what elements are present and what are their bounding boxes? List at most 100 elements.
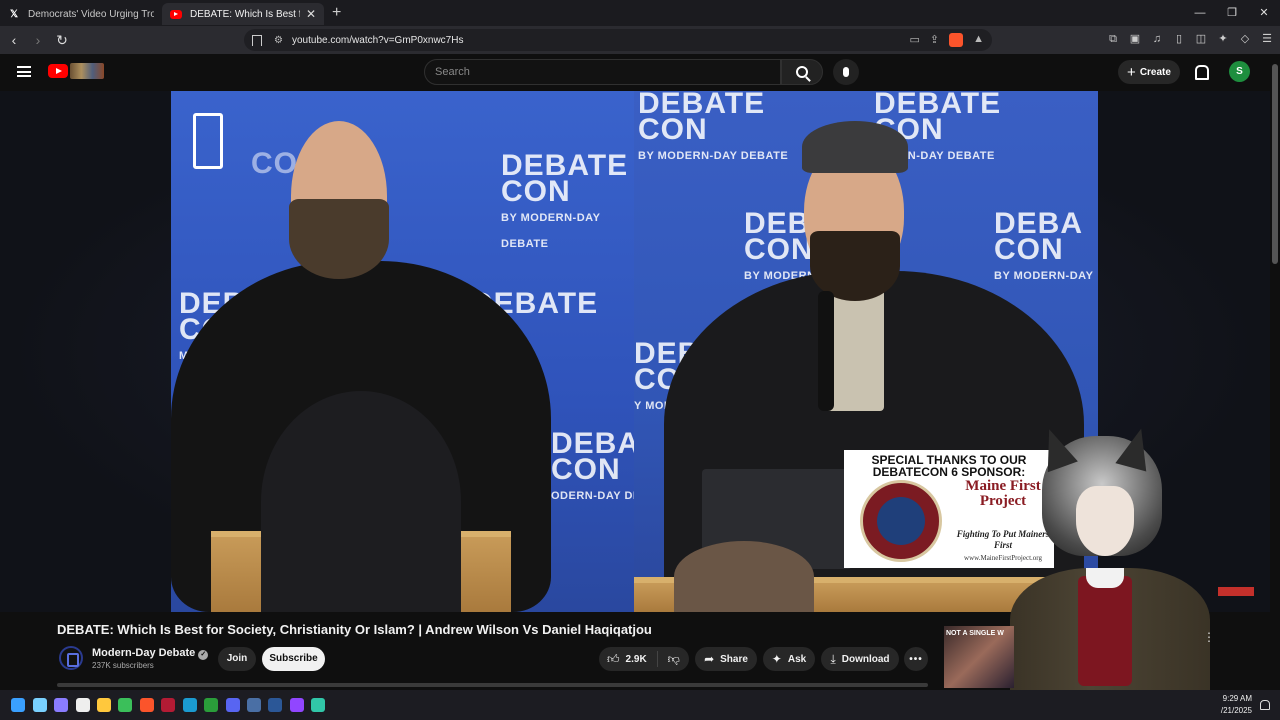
youtube-logo[interactable] (48, 64, 68, 78)
vpn-icon[interactable]: ◇ (1238, 32, 1252, 46)
maine-first-seal-icon (860, 480, 942, 562)
browser-tab-strip: 𝕏 Democrats' Video Urging Troops to R DE… (0, 0, 1280, 26)
search-button[interactable] (781, 59, 823, 85)
voice-search-button[interactable] (833, 59, 859, 85)
microphone (818, 291, 834, 411)
content-divider (57, 683, 928, 687)
vtuber-face (1076, 486, 1134, 556)
youtube-icon (170, 9, 182, 19)
channel-avatar[interactable] (59, 646, 83, 670)
wallet-icon[interactable]: ▣ (1128, 32, 1142, 46)
wallet2-icon[interactable]: ◫ (1194, 32, 1208, 46)
address-bar-actions: ▭ ⇪ ▲ (909, 33, 984, 47)
menu-icon[interactable]: ☰ (1260, 32, 1274, 46)
vtuber-avatar-overlay (1000, 423, 1220, 698)
calendar-icon[interactable] (76, 698, 90, 712)
opera-icon[interactable] (161, 698, 175, 712)
create-button[interactable]: + Create (1118, 60, 1180, 84)
thumbs-up-icon: 👍︎ (607, 651, 620, 666)
mini-subscribe-badge-icon (1218, 587, 1254, 596)
ask-label: Ask (787, 653, 807, 665)
teams-icon[interactable] (54, 698, 68, 712)
tab-debate-video[interactable]: DEBATE: Which Is Best for Society ✕ (162, 3, 324, 25)
video-left-panel: DEBATECONBY MODERN-DAY DEBATE CON DEBACO… (171, 91, 677, 612)
account-avatar[interactable]: S (1229, 61, 1250, 82)
spotify-icon[interactable] (118, 698, 132, 712)
app-icon[interactable] (247, 698, 261, 712)
window-controls: — ❐ ✕ (1184, 0, 1280, 26)
word-icon[interactable] (268, 698, 282, 712)
url-text[interactable]: youtube.com/watch?v=GmP0xnwc7Hs (292, 35, 463, 46)
file-explorer-icon[interactable] (97, 698, 111, 712)
share-arrow-icon: ➦ (704, 652, 715, 666)
tab-democrats-video[interactable]: 𝕏 Democrats' Video Urging Troops to R (0, 3, 162, 25)
media-icon[interactable]: ♫ (1150, 32, 1164, 46)
new-tab-button[interactable]: + (332, 4, 341, 22)
reload-icon[interactable]: ↻ (52, 32, 72, 49)
share-label: Share (720, 653, 748, 665)
extensions-icon[interactable]: ⧉ (1106, 32, 1120, 46)
backdrop-logo: DEBATE CON BY MODERN-DAY DEBATE (638, 91, 789, 162)
minimize-icon[interactable]: — (1184, 0, 1216, 26)
youtube-header: Search + Create S (0, 54, 1270, 91)
subscribe-button[interactable]: Subscribe (262, 647, 325, 671)
join-button[interactable]: Join (218, 647, 256, 671)
dislike-button[interactable]: 👎︎ (658, 652, 690, 667)
download-label: Download (841, 653, 890, 665)
recommended-video-thumbnail[interactable]: NOT A SINGLE W (944, 626, 1014, 688)
twitch-icon[interactable] (290, 698, 304, 712)
more-actions-button[interactable]: ••• (904, 647, 928, 671)
brave-shields-icon[interactable] (949, 33, 964, 47)
sparkle-icon: ✦ (771, 652, 782, 666)
copilot-icon[interactable] (33, 698, 47, 712)
channel-name-row[interactable]: Modern-Day Debate ✓ (92, 647, 209, 660)
share-button[interactable]: ➦ Share (695, 647, 757, 671)
recommended-more-icon[interactable]: ⋮ (1203, 630, 1215, 644)
close-tab-icon[interactable]: ✕ (306, 7, 316, 21)
address-bar[interactable]: ⚙ youtube.com/watch?v=GmP0xnwc7Hs ▭ ⇪ ▲ (244, 29, 992, 51)
xbox-icon[interactable] (204, 698, 218, 712)
browser-toolbar: ‹ › ↻ ⚙ youtube.com/watch?v=GmP0xnwc7Hs … (0, 26, 1280, 54)
leo-ai-icon[interactable]: ✦ (1216, 32, 1230, 46)
steam-icon[interactable] (183, 698, 197, 712)
picture-in-picture-icon[interactable]: ▭ (909, 33, 919, 47)
brave-rewards-icon[interactable]: ▲ (973, 33, 984, 47)
video-title: DEBATE: Which Is Best for Society, Chris… (57, 622, 652, 637)
ask-button[interactable]: ✦ Ask (763, 647, 815, 671)
recommended-thumb-text: NOT A SINGLE W (946, 630, 1004, 637)
download-icon: ⤓ (830, 651, 836, 666)
watermark-logo-mark (193, 113, 223, 169)
tab-title: DEBATE: Which Is Best for Society (190, 8, 300, 20)
bookmark-icon[interactable] (252, 34, 262, 46)
close-window-icon[interactable]: ✕ (1248, 0, 1280, 26)
page-scrollbar[interactable] (1270, 54, 1280, 686)
sidebar-toggle-icon[interactable]: ▯ (1172, 32, 1186, 46)
hamburger-menu-icon[interactable] (17, 66, 31, 77)
share-page-icon[interactable]: ⇪ (930, 33, 939, 47)
like-button[interactable]: 👍︎ 2.9K (599, 651, 658, 667)
speaker-right-cap (802, 121, 908, 173)
brave-browser-icon[interactable] (140, 698, 154, 712)
search-input[interactable]: Search (424, 59, 781, 85)
backdrop-logo: DEBA CON BY MODERN-DAY (994, 207, 1094, 283)
system-clock[interactable]: 9:29 AM /21/2025 (1221, 693, 1252, 717)
vtuber-collar (1086, 568, 1124, 588)
verified-check-icon: ✓ (198, 650, 209, 660)
youtube-doodle-logo[interactable] (70, 63, 104, 79)
forward-icon[interactable]: › (28, 32, 48, 48)
notifications-bell-icon[interactable] (1193, 65, 1209, 80)
back-icon[interactable]: ‹ (4, 32, 24, 48)
search-icon (796, 66, 808, 78)
discord-icon[interactable] (226, 698, 240, 712)
audience-member-cap (261, 391, 461, 612)
notification-center-icon[interactable] (1260, 700, 1270, 710)
scrollbar-thumb[interactable] (1272, 64, 1278, 264)
clock-time: 9:29 AM (1222, 694, 1252, 703)
windows-start-icon[interactable] (11, 698, 25, 712)
clock-date: /21/2025 (1220, 706, 1252, 715)
channel-name[interactable]: Modern-Day Debate (92, 647, 195, 659)
download-button[interactable]: ⤓ Download (821, 647, 899, 671)
maximize-icon[interactable]: ❐ (1216, 0, 1248, 26)
site-settings-icon[interactable]: ⚙ (274, 35, 284, 46)
obs-icon[interactable] (311, 698, 325, 712)
